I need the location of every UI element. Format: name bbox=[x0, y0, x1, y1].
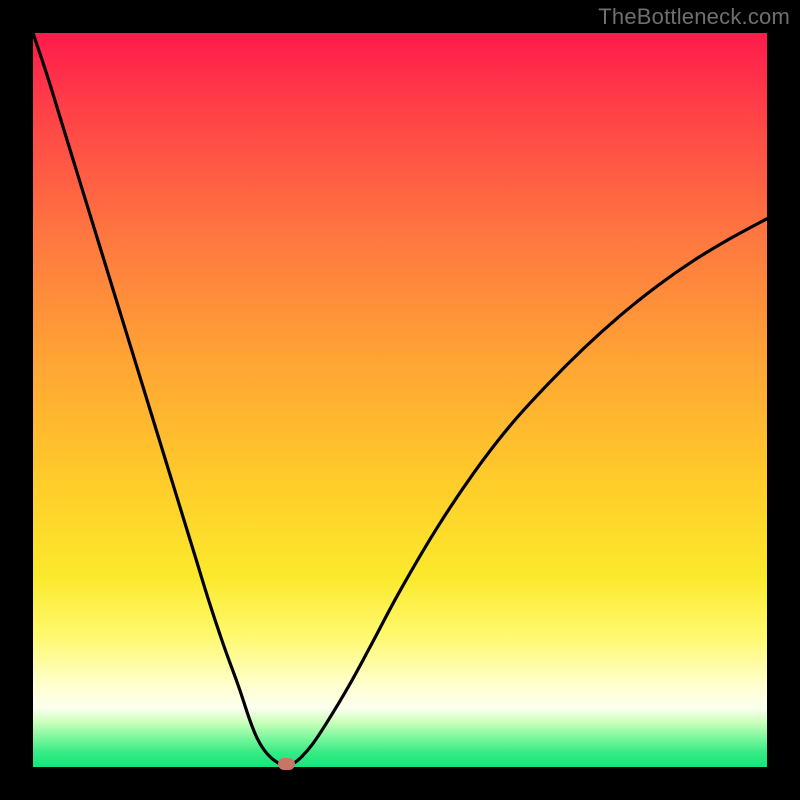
optimal-marker bbox=[278, 758, 295, 770]
plot-area bbox=[33, 33, 767, 767]
chart-frame: TheBottleneck.com bbox=[0, 0, 800, 800]
attribution-text: TheBottleneck.com bbox=[598, 4, 790, 30]
bottleneck-curve bbox=[33, 33, 767, 767]
